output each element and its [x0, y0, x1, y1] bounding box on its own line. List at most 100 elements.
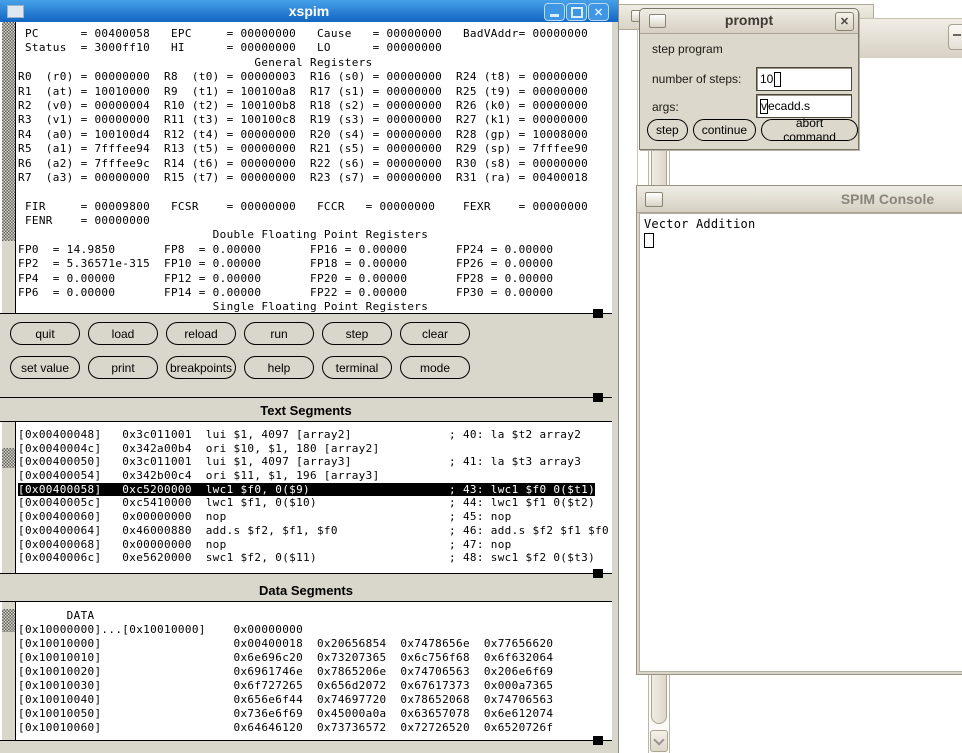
instruction-line: [0x0040004c] 0x342a00b4 ori $10, $1, 180…	[18, 442, 609, 456]
data-segments-header: Data Segments	[0, 583, 612, 598]
prompt-titlebar[interactable]: prompt ✕	[640, 9, 858, 34]
instruction-line: [0x00400064] 0x46000880 add.s $f2, $f1, …	[18, 524, 609, 538]
register-line	[18, 185, 588, 199]
prompt-dialog: prompt ✕ step program number of steps: 1…	[639, 8, 859, 150]
register-line: General Registers	[18, 56, 588, 70]
prompt-title: prompt	[640, 12, 858, 28]
pane-divider	[15, 422, 16, 573]
sash-handle[interactable]	[593, 309, 603, 318]
register-line: FENR = 00000000	[18, 214, 588, 228]
register-line: Status = 3000ff10 HI = 00000000 LO = 000…	[18, 41, 588, 55]
pane-divider	[15, 602, 16, 740]
scrollbar-thumb[interactable]	[2, 448, 15, 468]
close-icon[interactable]: ✕	[835, 12, 854, 31]
separator	[0, 397, 612, 398]
background-window-titlebar-right	[855, 18, 962, 58]
minimize-icon	[953, 34, 961, 36]
data-segments-pane: DATA[0x10000000]...[0x10010000] 0x000000…	[0, 602, 612, 740]
breakpoints-button[interactable]: breakpoints	[166, 356, 236, 379]
instruction-line: [0x00400054] 0x342b00c4 ori $11, $1, 196…	[18, 469, 609, 483]
chevron-down-icon	[653, 734, 664, 745]
data-segments-scrollbar[interactable]	[2, 602, 15, 740]
register-line: R5 (a1) = 7fffee94 R13 (t5) = 00000000 R…	[18, 142, 588, 156]
sash-handle[interactable]	[593, 736, 603, 745]
minimize-icon[interactable]	[544, 3, 565, 21]
pane-divider	[15, 22, 16, 313]
prompt-continue-button[interactable]: continue	[693, 119, 756, 141]
clear-button[interactable]: clear	[400, 322, 470, 345]
console-cursor	[644, 233, 654, 248]
data-line: [0x10010050] 0x736e6f69 0x45000a0a 0x636…	[18, 707, 553, 721]
help-button[interactable]: help	[244, 356, 314, 379]
run-button[interactable]: run	[244, 322, 314, 345]
separator	[0, 740, 612, 741]
register-scrollbar[interactable]	[2, 22, 15, 313]
load-button[interactable]: load	[88, 322, 158, 345]
desktop: { "colors": { "active_titlebar_blue": "#…	[0, 0, 962, 753]
separator	[0, 313, 612, 314]
quit-button[interactable]: quit	[10, 322, 80, 345]
args-value: ecadd.s	[768, 99, 810, 113]
data-line: [0x10010000] 0x00400018 0x20656854 0x747…	[18, 637, 553, 651]
data-line: [0x10010040] 0x656e6f44 0x74697720 0x786…	[18, 693, 553, 707]
spim-console-output: Vector Addition	[639, 213, 962, 672]
instruction-line: [0x00400058] 0xc5200000 lwc1 $f0, 0($9) …	[18, 483, 595, 497]
separator	[0, 573, 612, 574]
background-window-minimize-button[interactable]	[948, 24, 962, 50]
steps-input[interactable]: 10	[756, 67, 852, 91]
text-segments-scrollbar[interactable]	[2, 422, 15, 573]
args-input[interactable]: vecadd.s	[756, 94, 852, 118]
scrollbar-thumb[interactable]	[2, 609, 15, 632]
mode-button[interactable]: mode	[400, 356, 470, 379]
instruction-line: [0x0040006c] 0xe5620000 swc1 $f2, 0($11)…	[18, 551, 609, 565]
register-line: Double Floating Point Registers	[18, 228, 588, 242]
steps-value: 10	[760, 72, 773, 86]
register-line: R4 (a0) = 100100d4 R12 (t4) = 00000000 R…	[18, 128, 588, 142]
args-label: args:	[652, 100, 679, 114]
spim-console-window: SPIM Console Vector Addition	[636, 185, 962, 675]
steps-label: number of steps:	[652, 72, 741, 86]
maximize-icon[interactable]	[566, 3, 587, 21]
register-line: FP6 = 0.00000 FP14 = 0.00000 FP22 = 0.00…	[18, 286, 588, 300]
scrollbar-thumb[interactable]	[2, 22, 15, 241]
register-line: R2 (v0) = 00000004 R10 (t2) = 100100b8 R…	[18, 99, 588, 113]
sash-handle[interactable]	[593, 569, 603, 578]
sash-handle[interactable]	[593, 393, 603, 402]
reload-button[interactable]: reload	[166, 322, 236, 345]
data-line: [0x10010030] 0x6f727265 0x656d2072 0x676…	[18, 679, 553, 693]
data-line: DATA	[18, 609, 553, 623]
prompt-message: step program	[652, 42, 723, 56]
register-line: FP4 = 0.00000 FP12 = 0.00000 FP20 = 0.00…	[18, 272, 588, 286]
data-line: [0x10010020] 0x6961746e 0x7865206e 0x747…	[18, 665, 553, 679]
register-line: R6 (a2) = 7fffee9c R14 (t6) = 00000000 R…	[18, 157, 588, 171]
data-line: [0x10010010] 0x6e696c20 0x73207365 0x6c7…	[18, 651, 553, 665]
terminal-button[interactable]: terminal	[322, 356, 392, 379]
text-segments-pane: [0x00400048] 0x3c011001 lui $1, 4097 [ar…	[0, 422, 612, 573]
print-button[interactable]: print	[88, 356, 158, 379]
prompt-abort-button[interactable]: abort command	[761, 119, 858, 141]
spim-console-titlebar[interactable]: SPIM Console	[637, 186, 962, 213]
text-cursor	[774, 72, 781, 87]
xspim-titlebar[interactable]: xspim ✕	[0, 0, 618, 22]
data-line: [0x10010060] 0x64646120 0x73736572 0x727…	[18, 721, 553, 735]
instruction-line: [0x00400060] 0x00000000 nop ; 45: nop	[18, 510, 609, 524]
instruction-line: [0x0040005c] 0xc5410000 lwc1 $f1, 0($10)…	[18, 496, 609, 510]
set-value-button[interactable]: set value	[10, 356, 80, 379]
register-line: R3 (v1) = 00000000 R11 (t3) = 100100c8 R…	[18, 113, 588, 127]
background-window-border	[637, 28, 638, 185]
register-line: R7 (a3) = 00000000 R15 (t7) = 00000000 R…	[18, 171, 588, 185]
xspim-window: xspim ✕ PC = 00400058 EPC = 00000000 Cau…	[0, 0, 619, 753]
register-line: R1 (at) = 10010000 R9 (t1) = 100100a8 R1…	[18, 85, 588, 99]
instruction-line: [0x00400048] 0x3c011001 lui $1, 4097 [ar…	[18, 428, 609, 442]
prompt-step-button[interactable]: step	[647, 119, 688, 141]
instruction-line: [0x00400068] 0x00000000 nop ; 47: nop	[18, 538, 609, 552]
spim-console-title: SPIM Console	[637, 191, 962, 207]
step-button[interactable]: step	[322, 322, 392, 345]
close-icon[interactable]: ✕	[588, 3, 609, 21]
scrollbar-down-button[interactable]	[650, 730, 668, 752]
text-segments-header: Text Segments	[0, 403, 612, 418]
register-line: FP2 = 5.36571e-315 FP10 = 0.00000 FP18 =…	[18, 257, 588, 271]
register-line: FIR = 00009800 FCSR = 00000000 FCCR = 00…	[18, 200, 588, 214]
data-line: [0x10000000]...[0x10010000] 0x00000000	[18, 623, 553, 637]
register-line: PC = 00400058 EPC = 00000000 Cause = 000…	[18, 27, 588, 41]
